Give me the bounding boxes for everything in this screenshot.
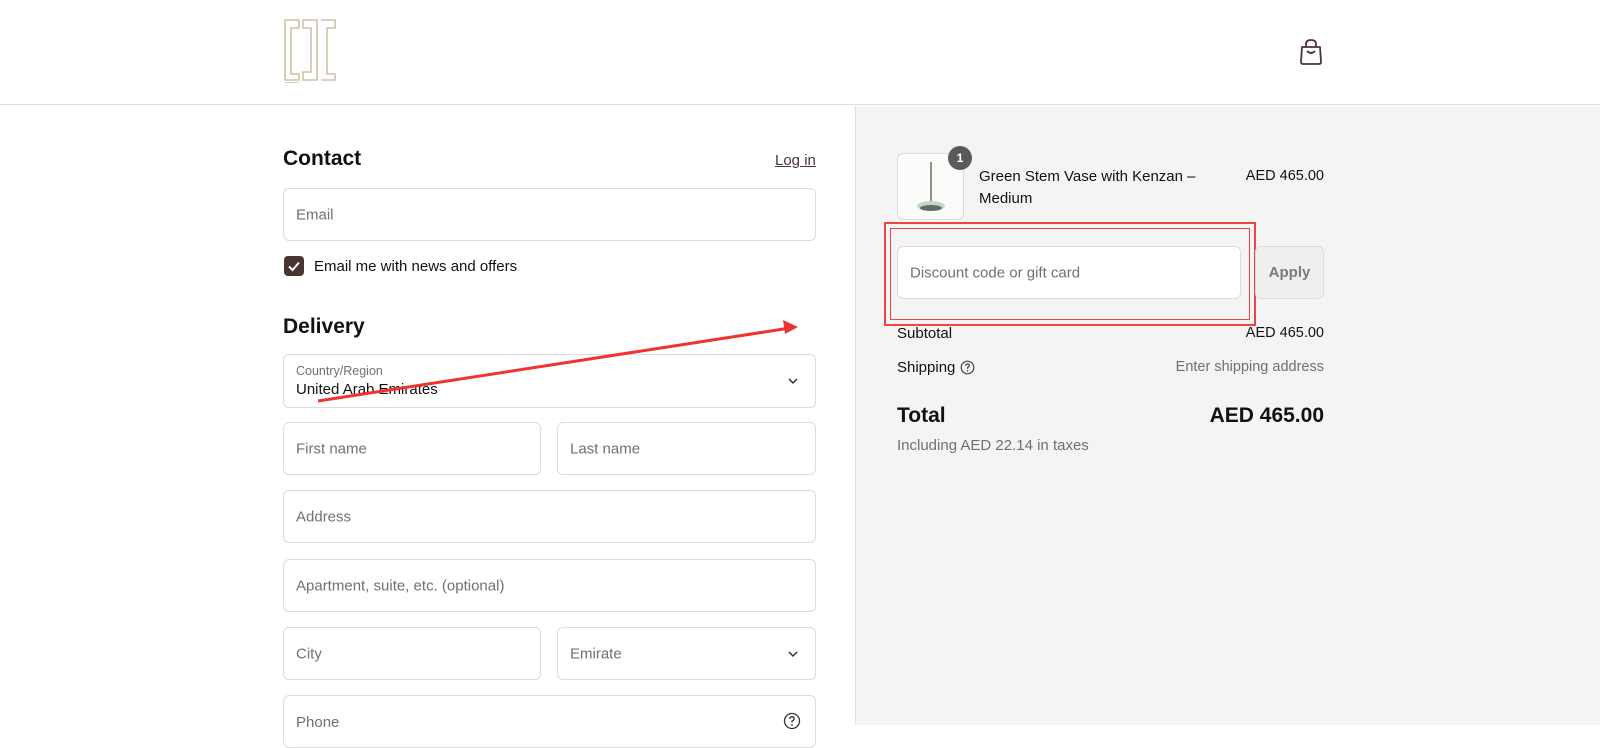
apartment-field[interactable]: Apartment, suite, etc. (optional) [283,559,816,612]
emirate-placeholder: Emirate [570,645,622,662]
discount-code-field[interactable]: Discount code or gift card [897,246,1241,299]
chevron-down-icon [788,378,798,385]
email-field[interactable]: Email [283,188,816,241]
last-name-field[interactable]: Last name [557,422,816,475]
email-placeholder: Email [296,206,334,223]
city-field[interactable]: City [283,627,541,680]
apartment-placeholder: Apartment, suite, etc. (optional) [296,577,505,594]
login-link[interactable]: Log in [775,152,816,169]
subtotal-value: AED 465.00 [1245,325,1324,341]
apply-discount-button[interactable]: Apply [1255,246,1324,299]
newsletter-label: Email me with news and offers [314,258,518,275]
product-name: Green Stem Vase with Kenzan – Medium [979,168,1196,207]
checkout-header [0,0,1600,105]
quantity-badge: 1 [948,146,972,170]
first-name-field[interactable]: First name [283,422,541,475]
help-circle-icon[interactable] [783,712,801,730]
phone-placeholder: Phone [296,714,340,731]
checkmark-icon [288,261,300,272]
shipping-value: Enter shipping address [1175,359,1324,375]
address-placeholder: Address [296,508,352,525]
product-price: AED 465.00 [1245,168,1324,184]
total-label: Total [897,404,946,427]
first-name-placeholder: First name [296,440,367,457]
help-circle-icon[interactable] [960,360,975,375]
subtotal-label: Subtotal [897,325,953,342]
total-value: AED 465.00 [1209,404,1324,427]
shipping-label: Shipping [897,359,956,376]
delivery-heading: Delivery [283,315,365,338]
tax-note: Including AED 22.14 in taxes [897,437,1089,454]
chevron-down-icon [788,650,798,657]
last-name-placeholder: Last name [570,440,641,457]
contact-heading: Contact [283,147,362,170]
sos-monogram-logo[interactable] [283,18,337,83]
city-placeholder: City [296,645,322,662]
emirate-select[interactable]: Emirate [557,627,816,680]
shopping-bag-icon[interactable] [1298,38,1324,66]
country-value: United Arab Emirates [296,381,438,398]
phone-field[interactable]: Phone [283,695,816,748]
discount-placeholder: Discount code or gift card [910,264,1081,281]
address-field[interactable]: Address [283,490,816,543]
country-select[interactable]: Country/Region United Arab Emirates [283,354,816,408]
newsletter-checkbox[interactable] [284,256,304,276]
country-label: Country/Region [296,364,383,378]
